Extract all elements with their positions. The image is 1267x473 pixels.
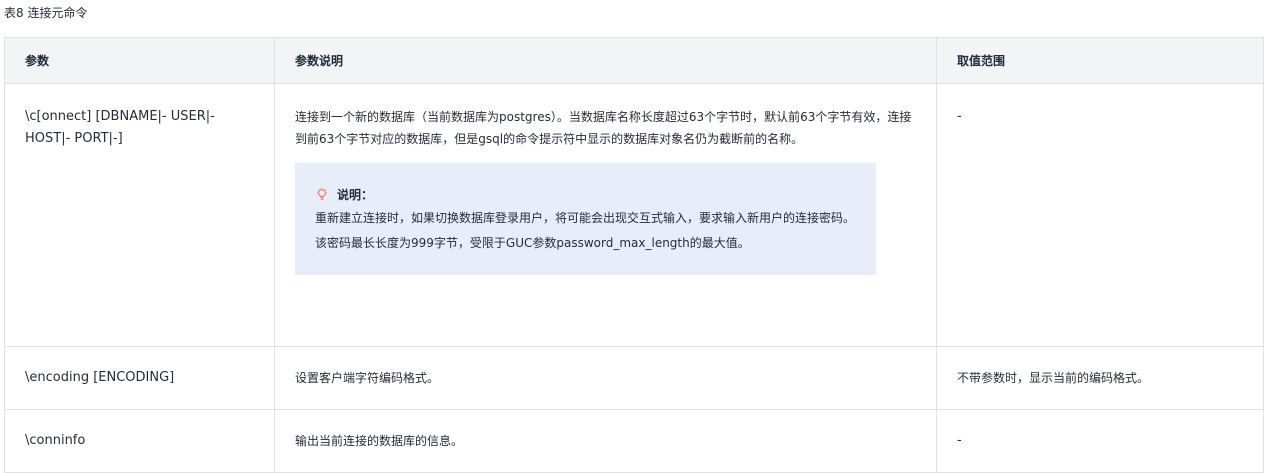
- range-cell: -: [936, 83, 1264, 347]
- note-header: 说明：: [315, 183, 856, 205]
- note-body: 重新建立连接时，如果切换数据库登录用户，将可能会出现交互式输入，要求输入新用户的…: [315, 211, 856, 250]
- table-caption: 表8 连接元命令: [4, 6, 88, 20]
- description-cell: 连接到一个新的数据库（当前数据库为postgres）。当数据库名称长度超过63个…: [274, 83, 937, 347]
- table-header-row: 参数 参数说明 取值范围: [4, 37, 1264, 84]
- range-cell: 不带参数时，显示当前的编码格式。: [936, 346, 1264, 410]
- connection-meta-commands-table: 参数 参数说明 取值范围 \c[onnect] [DBNAME|- USER|-…: [4, 37, 1264, 473]
- param-cell: \conninfo: [4, 409, 275, 473]
- column-header-description: 参数说明: [274, 37, 937, 84]
- column-header-range: 取值范围: [936, 37, 1264, 84]
- note-title: 说明：: [337, 187, 374, 202]
- lightbulb-icon: [316, 187, 328, 200]
- description-text: 连接到一个新的数据库（当前数据库为postgres）。当数据库名称长度超过63个…: [295, 110, 912, 146]
- note-box: 说明： 重新建立连接时，如果切换数据库登录用户，将可能会出现交互式输入，要求输入…: [295, 163, 876, 275]
- table-row: \conninfo 输出当前连接的数据库的信息。 -: [4, 409, 1264, 473]
- description-cell: 设置客户端字符编码格式。: [274, 346, 937, 410]
- table-row: \encoding [ENCODING] 设置客户端字符编码格式。 不带参数时，…: [4, 346, 1264, 410]
- description-cell: 输出当前连接的数据库的信息。: [274, 409, 937, 473]
- param-cell: \encoding [ENCODING]: [4, 346, 275, 410]
- column-header-param: 参数: [4, 37, 275, 84]
- range-cell: -: [936, 409, 1264, 473]
- param-cell: \c[onnect] [DBNAME|- USER|- HOST|- PORT|…: [4, 83, 275, 347]
- table-row: \c[onnect] [DBNAME|- USER|- HOST|- PORT|…: [4, 83, 1264, 347]
